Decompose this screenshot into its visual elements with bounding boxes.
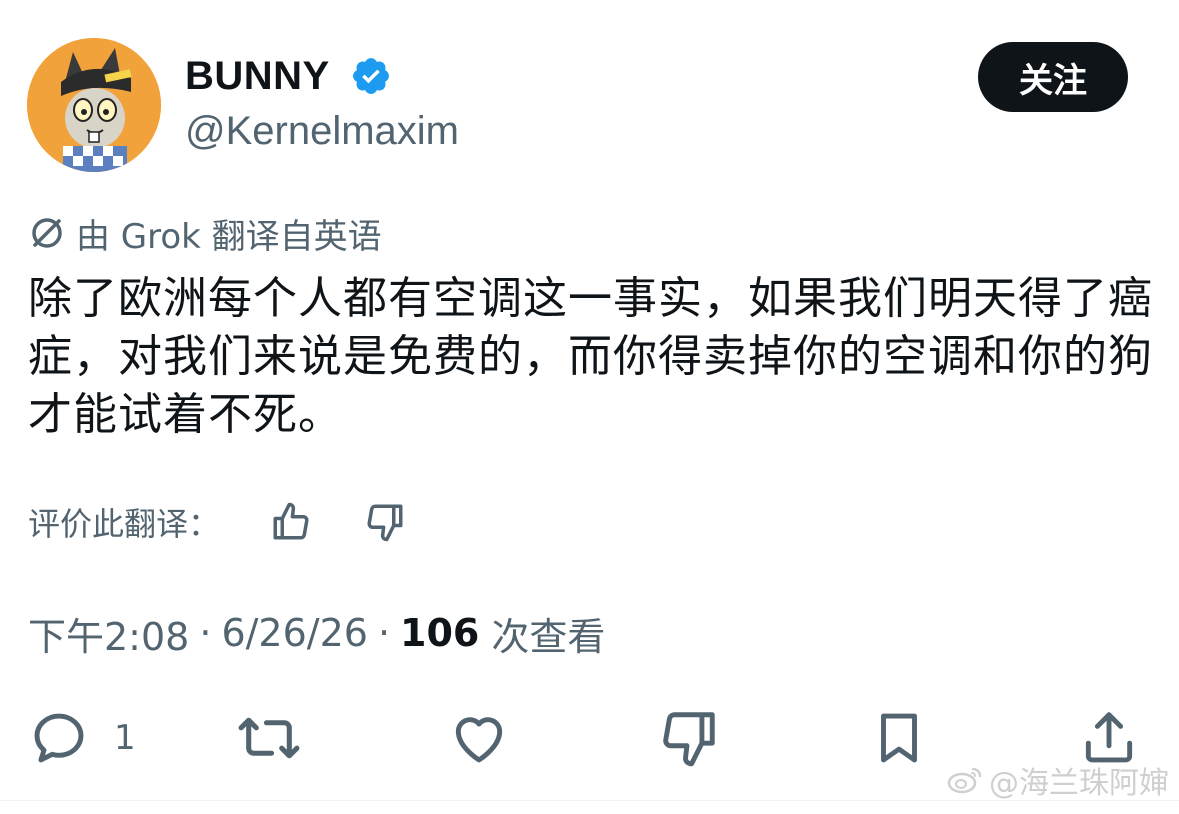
thumbs-up-button[interactable]	[264, 495, 318, 549]
rate-translation: 评价此翻译：	[28, 495, 412, 549]
thumbs-down-button[interactable]	[358, 495, 412, 549]
reply-button[interactable]: 1	[28, 706, 136, 770]
translation-note: 由 Grok 翻译自英语	[28, 210, 382, 257]
translation-note-text: 由 Grok 翻译自英语	[76, 216, 382, 257]
avatar[interactable]	[27, 38, 161, 172]
views-label: 次查看	[491, 614, 606, 659]
follow-button[interactable]: 关注	[978, 42, 1128, 112]
reply-icon	[34, 713, 84, 763]
retweet-button[interactable]	[236, 706, 302, 770]
dislike-button[interactable]	[658, 706, 720, 770]
cartoon-rabbit-avatar-icon	[27, 38, 161, 172]
user-handle[interactable]: @Kernelmaxim	[185, 105, 459, 157]
tweet-time[interactable]: 下午2:08	[28, 606, 189, 661]
tweet-page: BUNNY @Kernelmaxim 关注 由 Grok 翻译自英语 除了欧洲每…	[0, 0, 1179, 814]
translate-icon	[32, 218, 62, 248]
thumbs-down-icon	[367, 504, 403, 542]
dislike-icon	[663, 712, 715, 767]
bookmark-icon	[881, 713, 917, 763]
tweet-meta: 下午2:08 · 6/26/26 · 106 次查看	[28, 606, 605, 660]
like-button[interactable]	[448, 706, 510, 770]
verified-badge-icon	[353, 58, 389, 94]
meta-separator: ·	[377, 611, 391, 655]
thumbs-up-icon	[273, 502, 309, 540]
rate-translation-label: 评价此翻译：	[28, 505, 221, 543]
bookmark-button[interactable]	[868, 706, 930, 770]
watermark: @海兰珠阿婶	[947, 758, 1169, 802]
weibo-icon	[947, 767, 982, 794]
tweet-date[interactable]: 6/26/26	[221, 611, 368, 655]
retweet-icon	[238, 717, 300, 759]
like-icon	[455, 717, 503, 763]
views-count[interactable]: 106	[400, 611, 479, 655]
meta-separator: ·	[199, 611, 212, 655]
tweet-text: 除了欧洲每个人都有空调这一事实，如果我们明天得了癌症，对我们来说是免费的，而你得…	[28, 273, 1153, 440]
watermark-text: @海兰珠阿婶	[989, 766, 1169, 801]
display-name[interactable]: BUNNY	[185, 50, 330, 102]
reply-count: 1	[114, 718, 136, 758]
